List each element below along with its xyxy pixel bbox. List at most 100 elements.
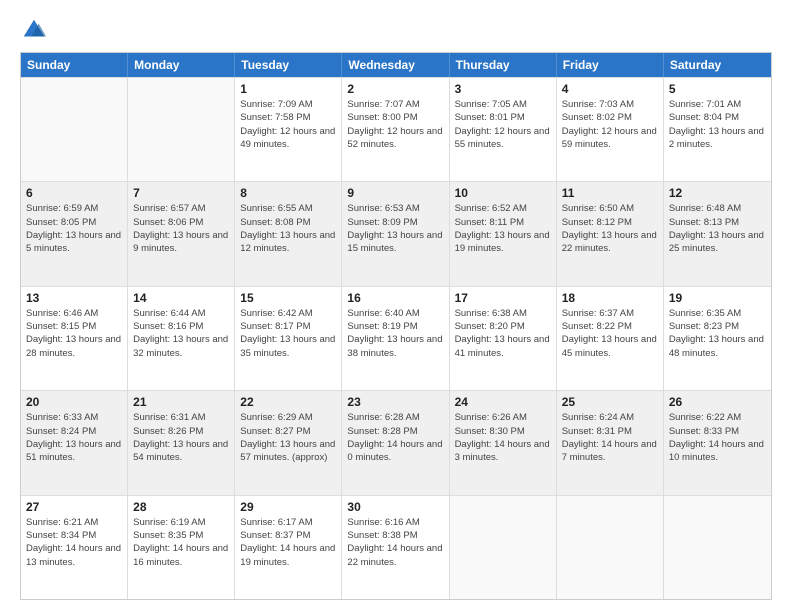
calendar-cell	[128, 78, 235, 181]
day-number: 30	[347, 500, 443, 514]
calendar-cell: 3 Sunrise: 7:05 AM Sunset: 8:01 PM Daylig…	[450, 78, 557, 181]
day-info: Sunrise: 6:29 AM Sunset: 8:27 PM Dayligh…	[240, 411, 336, 464]
day-number: 20	[26, 395, 122, 409]
calendar-body: 1 Sunrise: 7:09 AM Sunset: 7:58 PM Daylig…	[21, 77, 771, 599]
day-info: Sunrise: 7:09 AM Sunset: 7:58 PM Dayligh…	[240, 98, 336, 151]
calendar-header-cell: Saturday	[664, 53, 771, 77]
calendar-header-cell: Monday	[128, 53, 235, 77]
calendar-cell: 20 Sunrise: 6:33 AM Sunset: 8:24 PM Dayli…	[21, 391, 128, 494]
calendar-cell: 23 Sunrise: 6:28 AM Sunset: 8:28 PM Dayli…	[342, 391, 449, 494]
day-number: 15	[240, 291, 336, 305]
day-number: 4	[562, 82, 658, 96]
day-info: Sunrise: 6:22 AM Sunset: 8:33 PM Dayligh…	[669, 411, 766, 464]
day-number: 23	[347, 395, 443, 409]
day-number: 7	[133, 186, 229, 200]
day-number: 2	[347, 82, 443, 96]
day-info: Sunrise: 6:19 AM Sunset: 8:35 PM Dayligh…	[133, 516, 229, 569]
calendar-cell: 18 Sunrise: 6:37 AM Sunset: 8:22 PM Dayli…	[557, 287, 664, 390]
calendar-cell	[664, 496, 771, 599]
calendar-week-row: 1 Sunrise: 7:09 AM Sunset: 7:58 PM Daylig…	[21, 77, 771, 181]
day-number: 17	[455, 291, 551, 305]
day-info: Sunrise: 6:31 AM Sunset: 8:26 PM Dayligh…	[133, 411, 229, 464]
calendar-header-cell: Sunday	[21, 53, 128, 77]
day-info: Sunrise: 7:01 AM Sunset: 8:04 PM Dayligh…	[669, 98, 766, 151]
day-info: Sunrise: 6:44 AM Sunset: 8:16 PM Dayligh…	[133, 307, 229, 360]
calendar-cell: 11Sunrise: 6:50 AM Sunset: 8:12 PM Dayli…	[557, 182, 664, 285]
page: SundayMondayTuesdayWednesdayThursdayFrid…	[0, 0, 792, 612]
day-info: Sunrise: 6:46 AM Sunset: 8:15 PM Dayligh…	[26, 307, 122, 360]
logo	[20, 16, 52, 44]
calendar-cell: 27 Sunrise: 6:21 AM Sunset: 8:34 PM Dayli…	[21, 496, 128, 599]
day-number: 1	[240, 82, 336, 96]
calendar-week-row: 13 Sunrise: 6:46 AM Sunset: 8:15 PM Dayli…	[21, 286, 771, 390]
calendar-header-row: SundayMondayTuesdayWednesdayThursdayFrid…	[21, 53, 771, 77]
day-info: Sunrise: 6:24 AM Sunset: 8:31 PM Dayligh…	[562, 411, 658, 464]
calendar-cell: 7 Sunrise: 6:57 AM Sunset: 8:06 PM Daylig…	[128, 182, 235, 285]
day-number: 25	[562, 395, 658, 409]
day-number: 5	[669, 82, 766, 96]
calendar-cell: 19 Sunrise: 6:35 AM Sunset: 8:23 PM Dayli…	[664, 287, 771, 390]
day-info: Sunrise: 6:40 AM Sunset: 8:19 PM Dayligh…	[347, 307, 443, 360]
day-number: 27	[26, 500, 122, 514]
calendar-cell: 16 Sunrise: 6:40 AM Sunset: 8:19 PM Dayli…	[342, 287, 449, 390]
day-number: 21	[133, 395, 229, 409]
calendar-cell: 1 Sunrise: 7:09 AM Sunset: 7:58 PM Daylig…	[235, 78, 342, 181]
calendar-cell: 29 Sunrise: 6:17 AM Sunset: 8:37 PM Dayli…	[235, 496, 342, 599]
calendar-cell: 14 Sunrise: 6:44 AM Sunset: 8:16 PM Dayli…	[128, 287, 235, 390]
calendar-cell: 26 Sunrise: 6:22 AM Sunset: 8:33 PM Dayli…	[664, 391, 771, 494]
calendar-week-row: 20 Sunrise: 6:33 AM Sunset: 8:24 PM Dayli…	[21, 390, 771, 494]
calendar-cell: 25 Sunrise: 6:24 AM Sunset: 8:31 PM Dayli…	[557, 391, 664, 494]
day-info: Sunrise: 6:55 AM Sunset: 8:08 PM Dayligh…	[240, 202, 336, 255]
calendar-cell: 4 Sunrise: 7:03 AM Sunset: 8:02 PM Daylig…	[557, 78, 664, 181]
calendar: SundayMondayTuesdayWednesdayThursdayFrid…	[20, 52, 772, 600]
day-info: Sunrise: 6:21 AM Sunset: 8:34 PM Dayligh…	[26, 516, 122, 569]
day-info: Sunrise: 6:57 AM Sunset: 8:06 PM Dayligh…	[133, 202, 229, 255]
calendar-cell: 24Sunrise: 6:26 AM Sunset: 8:30 PM Dayli…	[450, 391, 557, 494]
day-info: Sunrise: 6:28 AM Sunset: 8:28 PM Dayligh…	[347, 411, 443, 464]
header	[20, 16, 772, 44]
day-info: Sunrise: 6:26 AM Sunset: 8:30 PM Dayligh…	[455, 411, 551, 464]
day-info: Sunrise: 6:17 AM Sunset: 8:37 PM Dayligh…	[240, 516, 336, 569]
day-info: Sunrise: 6:33 AM Sunset: 8:24 PM Dayligh…	[26, 411, 122, 464]
day-number: 6	[26, 186, 122, 200]
calendar-cell: 22Sunrise: 6:29 AM Sunset: 8:27 PM Dayli…	[235, 391, 342, 494]
day-number: 16	[347, 291, 443, 305]
calendar-cell: 5 Sunrise: 7:01 AM Sunset: 8:04 PM Daylig…	[664, 78, 771, 181]
calendar-cell: 15 Sunrise: 6:42 AM Sunset: 8:17 PM Dayli…	[235, 287, 342, 390]
day-info: Sunrise: 6:59 AM Sunset: 8:05 PM Dayligh…	[26, 202, 122, 255]
day-number: 14	[133, 291, 229, 305]
day-info: Sunrise: 6:48 AM Sunset: 8:13 PM Dayligh…	[669, 202, 766, 255]
day-number: 8	[240, 186, 336, 200]
calendar-cell: 30Sunrise: 6:16 AM Sunset: 8:38 PM Dayli…	[342, 496, 449, 599]
day-info: Sunrise: 7:03 AM Sunset: 8:02 PM Dayligh…	[562, 98, 658, 151]
calendar-cell: 8 Sunrise: 6:55 AM Sunset: 8:08 PM Daylig…	[235, 182, 342, 285]
calendar-cell	[557, 496, 664, 599]
day-info: Sunrise: 6:37 AM Sunset: 8:22 PM Dayligh…	[562, 307, 658, 360]
calendar-cell: 2 Sunrise: 7:07 AM Sunset: 8:00 PM Daylig…	[342, 78, 449, 181]
day-number: 29	[240, 500, 336, 514]
day-number: 3	[455, 82, 551, 96]
calendar-cell: 9Sunrise: 6:53 AM Sunset: 8:09 PM Daylig…	[342, 182, 449, 285]
day-info: Sunrise: 6:35 AM Sunset: 8:23 PM Dayligh…	[669, 307, 766, 360]
day-info: Sunrise: 7:05 AM Sunset: 8:01 PM Dayligh…	[455, 98, 551, 151]
calendar-week-row: 27 Sunrise: 6:21 AM Sunset: 8:34 PM Dayli…	[21, 495, 771, 599]
calendar-cell: 21 Sunrise: 6:31 AM Sunset: 8:26 PM Dayli…	[128, 391, 235, 494]
day-number: 12	[669, 186, 766, 200]
calendar-cell: 13 Sunrise: 6:46 AM Sunset: 8:15 PM Dayli…	[21, 287, 128, 390]
calendar-header-cell: Thursday	[450, 53, 557, 77]
day-number: 26	[669, 395, 766, 409]
calendar-cell: 17 Sunrise: 6:38 AM Sunset: 8:20 PM Dayli…	[450, 287, 557, 390]
calendar-cell	[21, 78, 128, 181]
day-number: 19	[669, 291, 766, 305]
calendar-cell: 12 Sunrise: 6:48 AM Sunset: 8:13 PM Dayli…	[664, 182, 771, 285]
logo-icon	[20, 16, 48, 44]
calendar-cell: 10Sunrise: 6:52 AM Sunset: 8:11 PM Dayli…	[450, 182, 557, 285]
day-info: Sunrise: 7:07 AM Sunset: 8:00 PM Dayligh…	[347, 98, 443, 151]
day-info: Sunrise: 6:53 AM Sunset: 8:09 PM Dayligh…	[347, 202, 443, 255]
day-info: Sunrise: 6:42 AM Sunset: 8:17 PM Dayligh…	[240, 307, 336, 360]
day-number: 13	[26, 291, 122, 305]
calendar-week-row: 6 Sunrise: 6:59 AM Sunset: 8:05 PM Daylig…	[21, 181, 771, 285]
day-info: Sunrise: 6:50 AM Sunset: 8:12 PM Dayligh…	[562, 202, 658, 255]
day-number: 18	[562, 291, 658, 305]
day-info: Sunrise: 6:38 AM Sunset: 8:20 PM Dayligh…	[455, 307, 551, 360]
